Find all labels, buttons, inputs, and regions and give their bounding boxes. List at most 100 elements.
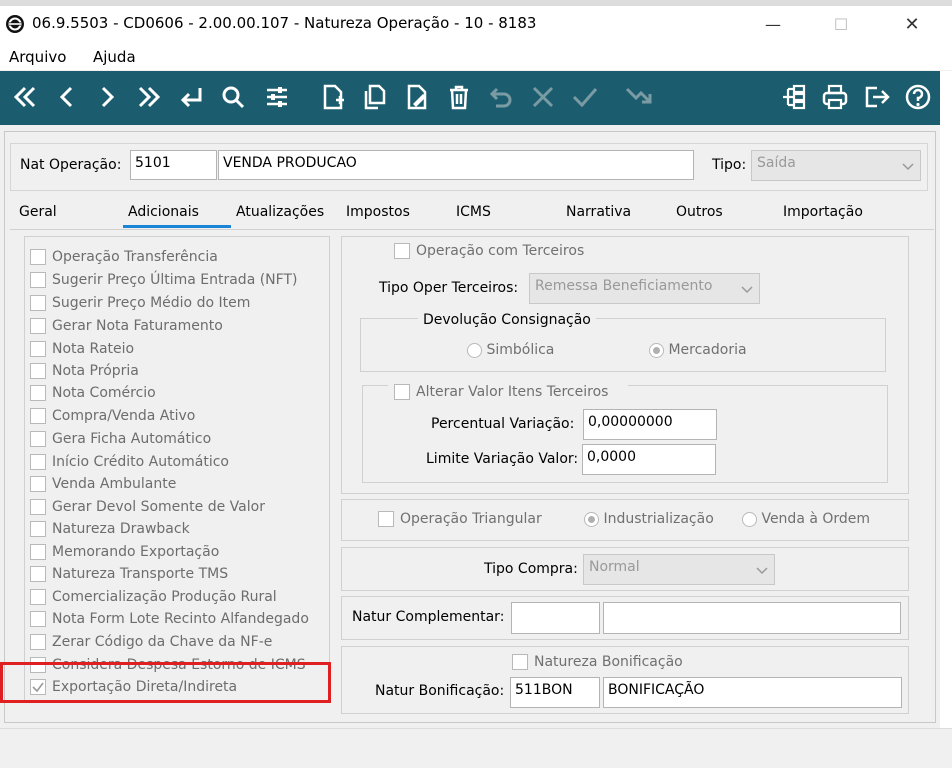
natureza-bonificacao-checkbox[interactable] bbox=[512, 654, 528, 670]
option-checkbox[interactable] bbox=[30, 589, 46, 605]
nat-operacao-code-field[interactable]: 5101 bbox=[130, 150, 217, 180]
operacao-triangular-checkbox[interactable] bbox=[378, 511, 394, 527]
option-label: Venda Ambulante bbox=[52, 476, 177, 492]
tab-geral[interactable]: Geral bbox=[19, 204, 57, 220]
tab-importacao[interactable]: Importação bbox=[783, 204, 863, 220]
option-checkbox[interactable] bbox=[30, 454, 46, 470]
limite-field[interactable]: 0,0000 bbox=[582, 444, 716, 475]
delete-record-icon[interactable] bbox=[442, 80, 476, 114]
option-checkbox[interactable] bbox=[30, 499, 46, 515]
goto-icon[interactable] bbox=[174, 80, 208, 114]
percentual-field[interactable]: 0,00000000 bbox=[583, 409, 717, 440]
tipo-select[interactable]: Saída bbox=[751, 150, 921, 181]
option-row[interactable]: Gerar Devol Somente de Valor bbox=[30, 496, 265, 518]
tab-outros[interactable]: Outros bbox=[676, 204, 723, 220]
maximize-button[interactable]: ☐ bbox=[818, 6, 864, 42]
option-row[interactable]: Venda Ambulante bbox=[30, 473, 176, 495]
option-checkbox[interactable] bbox=[30, 408, 46, 424]
nat-operacao-desc-field[interactable]: VENDA PRODUCAO bbox=[218, 150, 694, 180]
radio-venda-ordem-label: Venda à Ordem bbox=[761, 511, 871, 527]
new-record-icon[interactable] bbox=[316, 80, 350, 114]
option-row[interactable]: Compra/Venda Ativo bbox=[30, 405, 195, 427]
next-record-icon[interactable] bbox=[90, 80, 124, 114]
radio-simbolica[interactable]: Simbólica bbox=[467, 342, 554, 358]
option-checkbox[interactable] bbox=[30, 611, 46, 627]
tab-atualizacoes[interactable]: Atualizações bbox=[236, 204, 324, 220]
tab-adicionais[interactable]: Adicionais bbox=[128, 204, 199, 220]
chevron-down-icon bbox=[756, 563, 768, 579]
copy-record-icon[interactable] bbox=[358, 80, 392, 114]
radio-industrializacao-circle bbox=[584, 511, 599, 527]
option-row[interactable]: Nota Rateio bbox=[30, 338, 134, 360]
radio-industrializacao[interactable]: Industrialização bbox=[584, 511, 714, 527]
natur-complementar-code-field[interactable] bbox=[511, 602, 600, 634]
option-checkbox[interactable] bbox=[30, 566, 46, 582]
radio-venda-ordem[interactable]: Venda à Ordem bbox=[742, 511, 870, 527]
minimize-button[interactable]: — bbox=[750, 6, 796, 42]
option-row[interactable]: Início Crédito Automático bbox=[30, 451, 229, 473]
option-row[interactable]: Memorando Exportação bbox=[30, 541, 219, 563]
option-checkbox[interactable] bbox=[30, 544, 46, 560]
first-record-icon[interactable] bbox=[8, 80, 42, 114]
natur-bonificacao-desc-field[interactable]: BONIFICAÇÃO bbox=[603, 677, 902, 708]
print-icon[interactable] bbox=[818, 80, 852, 114]
menu-ajuda[interactable]: Ajuda bbox=[93, 48, 136, 66]
tipo-oper-terceiros-select[interactable]: Remessa Beneficiamento bbox=[529, 273, 760, 304]
close-button[interactable]: ✕ bbox=[889, 6, 935, 42]
tipo-oper-terceiros-value: Remessa Beneficiamento bbox=[535, 278, 713, 294]
chevron-down-icon bbox=[741, 282, 753, 298]
status-bar bbox=[0, 728, 952, 768]
help-icon[interactable] bbox=[901, 80, 935, 114]
tab-impostos[interactable]: Impostos bbox=[346, 204, 410, 220]
menu-arquivo[interactable]: Arquivo bbox=[9, 48, 66, 66]
option-checkbox[interactable] bbox=[30, 318, 46, 334]
radio-simbolica-circle bbox=[467, 342, 482, 358]
option-row[interactable]: Sugerir Preço Última Entrada (NFT) bbox=[30, 269, 297, 291]
option-checkbox[interactable] bbox=[30, 476, 46, 492]
app-logo-icon bbox=[6, 15, 24, 33]
option-row[interactable]: Natureza Drawback bbox=[30, 518, 190, 540]
last-record-icon[interactable] bbox=[132, 80, 166, 114]
undo-icon[interactable] bbox=[484, 80, 518, 114]
option-row[interactable]: Nota Form Lote Recinto Alfandegado bbox=[30, 608, 309, 630]
tipo-compra-select[interactable]: Normal bbox=[583, 554, 775, 585]
option-checkbox[interactable] bbox=[30, 249, 46, 265]
option-checkbox[interactable] bbox=[30, 363, 46, 379]
option-label: Natureza Drawback bbox=[52, 521, 190, 537]
option-row[interactable]: Gerar Nota Faturamento bbox=[30, 315, 223, 337]
option-row[interactable]: Operação Transferência bbox=[30, 246, 218, 268]
send-icon[interactable] bbox=[622, 80, 656, 114]
option-row[interactable]: Nota Comércio bbox=[30, 382, 156, 404]
option-row[interactable]: Sugerir Preço Médio do Item bbox=[30, 292, 250, 314]
tree-icon[interactable] bbox=[776, 80, 810, 114]
alterar-valor-checkbox[interactable] bbox=[394, 384, 410, 400]
option-checkbox[interactable] bbox=[30, 272, 46, 288]
option-label: Operação Transferência bbox=[52, 249, 218, 265]
tab-narrativa[interactable]: Narrativa bbox=[566, 204, 631, 220]
option-row[interactable]: Natureza Transporte TMS bbox=[30, 563, 228, 585]
filter-icon[interactable] bbox=[260, 80, 294, 114]
cancel-icon[interactable] bbox=[526, 80, 560, 114]
operacao-terceiros-checkbox[interactable] bbox=[394, 243, 410, 259]
exit-icon[interactable] bbox=[860, 80, 894, 114]
radio-industrializacao-label: Industrialização bbox=[603, 511, 714, 527]
option-row[interactable]: Nota Própria bbox=[30, 360, 139, 382]
option-checkbox[interactable] bbox=[30, 521, 46, 537]
option-row[interactable]: Zerar Código da Chave da NF-e bbox=[30, 631, 272, 653]
option-checkbox[interactable] bbox=[30, 385, 46, 401]
natur-complementar-desc-field[interactable] bbox=[603, 602, 901, 634]
option-checkbox[interactable] bbox=[30, 295, 46, 311]
confirm-icon[interactable] bbox=[568, 80, 602, 114]
option-checkbox[interactable] bbox=[30, 431, 46, 447]
option-label: Nota Form Lote Recinto Alfandegado bbox=[52, 611, 309, 627]
option-checkbox[interactable] bbox=[30, 634, 46, 650]
radio-mercadoria[interactable]: Mercadoria bbox=[649, 342, 747, 358]
option-row[interactable]: Comercialização Produção Rural bbox=[30, 586, 277, 608]
edit-record-icon[interactable] bbox=[400, 80, 434, 114]
natur-bonificacao-code-field[interactable]: 511BON bbox=[510, 677, 600, 708]
option-checkbox[interactable] bbox=[30, 341, 46, 357]
option-row[interactable]: Gera Ficha Automático bbox=[30, 428, 211, 450]
previous-record-icon[interactable] bbox=[50, 80, 84, 114]
search-icon[interactable] bbox=[216, 80, 250, 114]
tab-icms[interactable]: ICMS bbox=[456, 204, 491, 220]
